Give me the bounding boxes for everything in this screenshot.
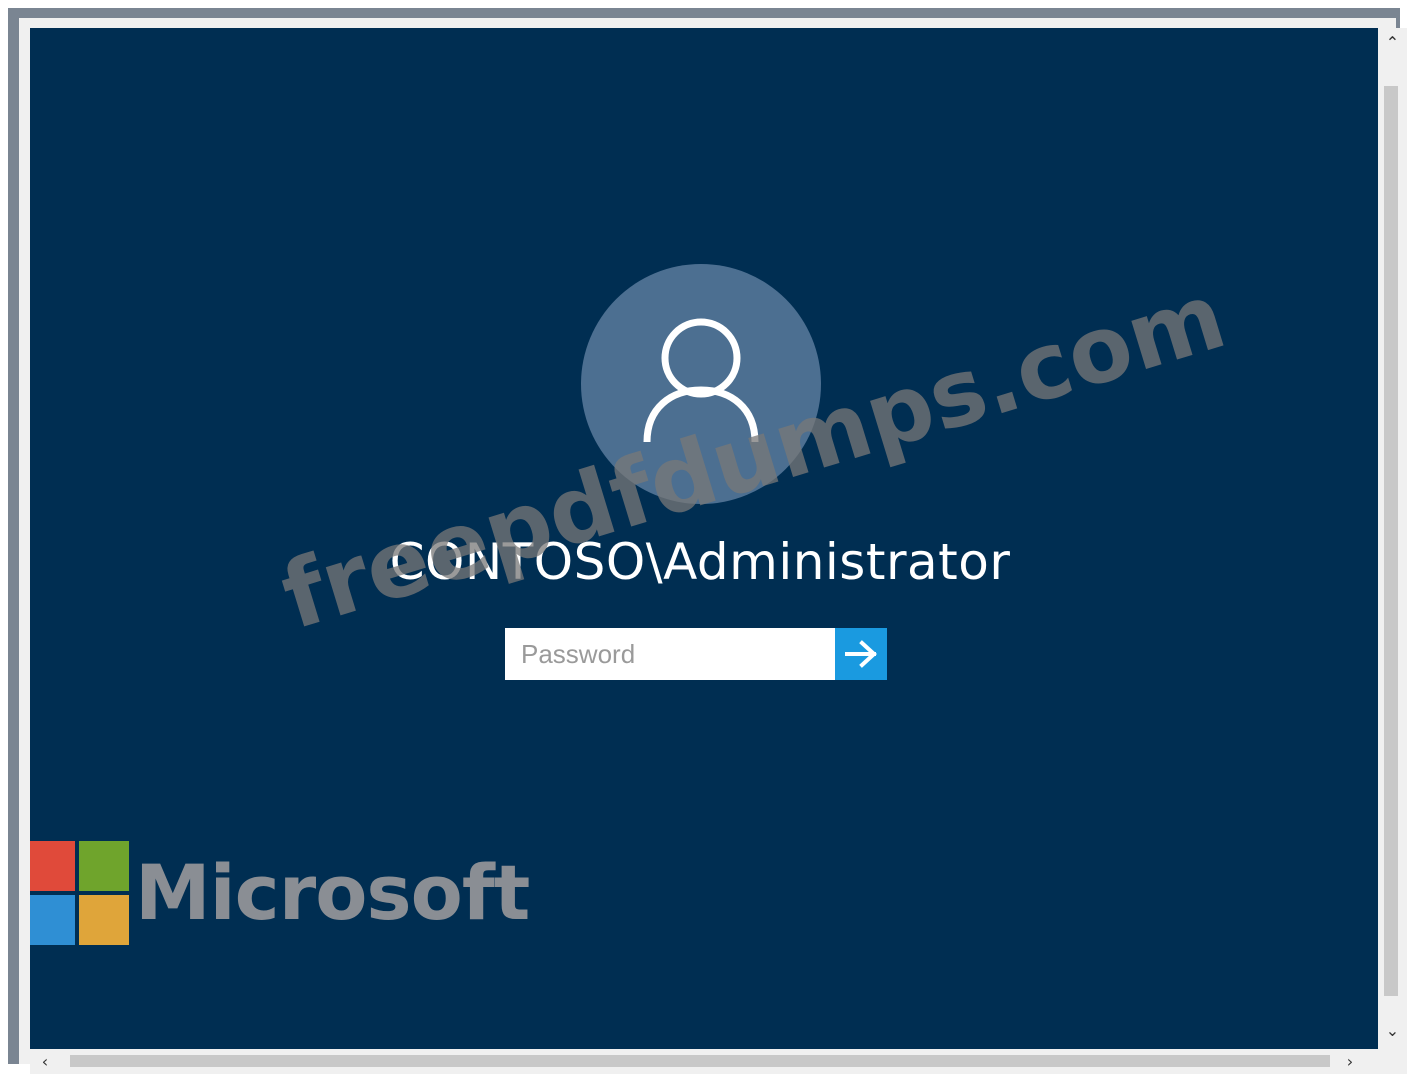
chevron-down-icon[interactable]: ⌄ [1378, 1016, 1407, 1046]
microsoft-logo-icon [30, 841, 130, 945]
user-icon [643, 318, 759, 443]
chevron-up-icon[interactable]: ⌃ [1378, 28, 1407, 58]
vertical-scroll-thumb[interactable] [1384, 86, 1398, 996]
horizontal-scrollbar[interactable]: ‹ › [30, 1049, 1407, 1074]
microsoft-wordmark: Microsoft [135, 848, 530, 937]
submit-button[interactable] [835, 628, 887, 680]
lock-screen: CONTOSO\Administrator Microsoft freepdfd… [30, 28, 1378, 1049]
horizontal-scroll-thumb[interactable] [70, 1055, 1330, 1067]
chevron-left-icon[interactable]: ‹ [30, 1049, 60, 1074]
vm-viewport: CONTOSO\Administrator Microsoft freepdfd… [19, 18, 1407, 1074]
password-row [505, 628, 887, 680]
chevron-right-icon[interactable]: › [1335, 1049, 1365, 1074]
vm-window-frame: CONTOSO\Administrator Microsoft freepdfd… [8, 8, 1407, 1074]
username-label: CONTOSO\Administrator [389, 533, 1011, 591]
logo-tile-blue [30, 895, 75, 945]
arrow-right-icon [845, 640, 877, 668]
logo-tile-red [30, 841, 75, 891]
password-input[interactable] [505, 628, 835, 680]
logo-tile-yellow [79, 895, 129, 945]
vertical-scrollbar[interactable]: ⌃ ⌄ [1378, 28, 1407, 1049]
user-avatar [581, 264, 821, 504]
logo-tile-green [79, 841, 129, 891]
